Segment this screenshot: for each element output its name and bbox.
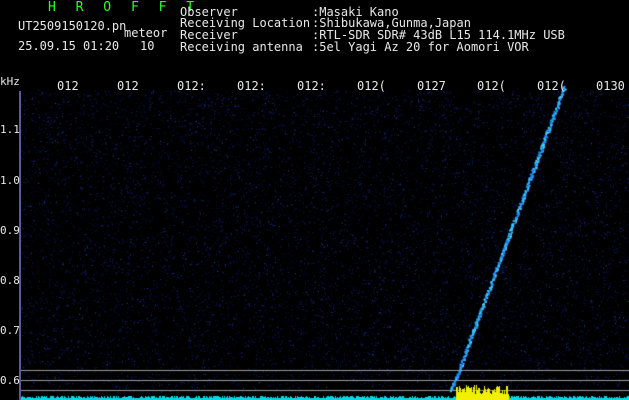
x-tick: 012: bbox=[177, 79, 206, 93]
antenna-label: Receiving antenna bbox=[180, 40, 303, 54]
x-tick: 012( bbox=[357, 79, 386, 93]
datetime: 25.09.15 01:20 bbox=[18, 39, 120, 53]
y-tick: 0.6 bbox=[0, 374, 20, 387]
y-tick: 0.9 bbox=[0, 224, 20, 237]
app-title: H R O F F T bbox=[48, 0, 201, 15]
x-tick: 012( bbox=[537, 79, 566, 93]
y-tick: 0.7 bbox=[0, 324, 20, 337]
meteor-label: meteor bbox=[124, 26, 168, 40]
y-axis-line bbox=[19, 91, 21, 400]
y-tick: 0.8 bbox=[0, 274, 20, 287]
x-tick: 012: bbox=[237, 79, 266, 93]
file-name: UT2509150120.pn bbox=[18, 19, 127, 33]
x-tick: 0127 bbox=[417, 79, 446, 93]
x-tick: 012( bbox=[477, 79, 506, 93]
meteor-count: 10 bbox=[140, 39, 155, 53]
antenna-value: :5el Yagi Az 20 for Aomori VOR bbox=[312, 40, 529, 54]
header-panel: H R O F F T UT2509150120.pn meteor 25.09… bbox=[0, 0, 629, 78]
y-unit-label: kHz bbox=[0, 75, 20, 88]
x-tick: 012 bbox=[57, 79, 79, 93]
spectrogram-canvas bbox=[19, 78, 629, 400]
x-tick: 012 bbox=[117, 79, 139, 93]
y-tick: 1.1 bbox=[0, 123, 20, 136]
x-tick: 012: bbox=[297, 79, 326, 93]
y-tick: 1.0 bbox=[0, 174, 20, 187]
x-tick: 0130 bbox=[596, 79, 625, 93]
